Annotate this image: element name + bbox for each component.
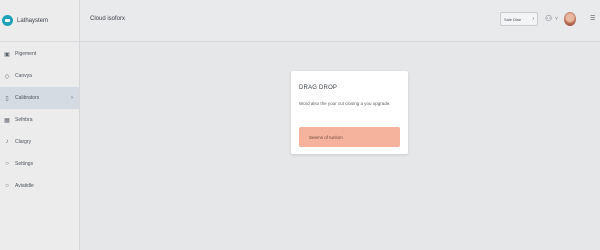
avatar[interactable] [564, 12, 576, 26]
sidebar-item-label: Canvya [15, 73, 32, 79]
page-title: Cloud isoforx [90, 16, 126, 22]
top-bar: Cloud isoforx Sale Dise › ⚇ ˅ ☰ [80, 0, 600, 42]
header-action-label: Sale Dise [504, 16, 522, 22]
sidebar-item-label: Calibrators [15, 95, 40, 101]
box-icon: ▣ [4, 51, 10, 58]
chevron-right-icon: › [71, 95, 73, 101]
sidebar-item-pigement[interactable]: ▣ Pigement [0, 43, 79, 65]
menu-icon[interactable]: ☰ [590, 15, 595, 22]
sidebar-item-sefnbra[interactable]: ▦ Sefnbra [0, 109, 79, 131]
sidebar-item-label: Pigement [15, 51, 37, 57]
header-action-button[interactable]: Sale Dise › [500, 12, 538, 26]
drag-drop-card: DRAG DROP Word also the your cut closing… [291, 71, 408, 154]
brand[interactable]: Lathaystem [0, 0, 79, 42]
sidebar-item-clargry[interactable]: ♪ Clargry [0, 131, 79, 153]
chevron-down-icon[interactable]: ˅ [555, 16, 558, 22]
grid-icon: ▦ [4, 117, 10, 124]
sidebar-item-label: Settings [15, 161, 34, 167]
sidebar-item-aviatidle[interactable]: ○ Aviatidle [0, 175, 79, 197]
gear-icon: ○ [5, 161, 9, 167]
book-icon: ▯ [5, 95, 9, 102]
sidebar-item-label: Sefnbra [15, 117, 33, 123]
card-cta-button[interactable]: Seems of tunlom [299, 127, 400, 147]
app-logo-icon [2, 15, 13, 26]
rocket-icon: ♪ [5, 139, 9, 145]
sidebar-item-canvya[interactable]: ◇ Canvya [0, 65, 79, 87]
user-icon[interactable]: ⚇ [545, 14, 552, 23]
sidebar-item-calibrators[interactable]: ▯ Calibrators › [0, 87, 79, 109]
app-name: Lathaystem [17, 17, 49, 24]
sidebar-item-settings[interactable]: ○ Settings [0, 153, 79, 175]
chevron-right-icon: › [532, 16, 534, 22]
layers-icon: ◇ [4, 73, 10, 80]
sidebar: Lathaystem ▣ Pigement ◇ Canvya ▯ Calibra… [0, 0, 80, 250]
sidebar-nav: ▣ Pigement ◇ Canvya ▯ Calibrators › ▦ Se… [0, 42, 79, 197]
card-description: Word also the your cut closing a you upg… [299, 101, 391, 106]
sidebar-item-label: Clargry [15, 139, 32, 145]
card-title: DRAG DROP [299, 85, 338, 91]
sidebar-item-label: Aviatidle [15, 183, 34, 189]
circle-icon: ○ [5, 183, 9, 189]
